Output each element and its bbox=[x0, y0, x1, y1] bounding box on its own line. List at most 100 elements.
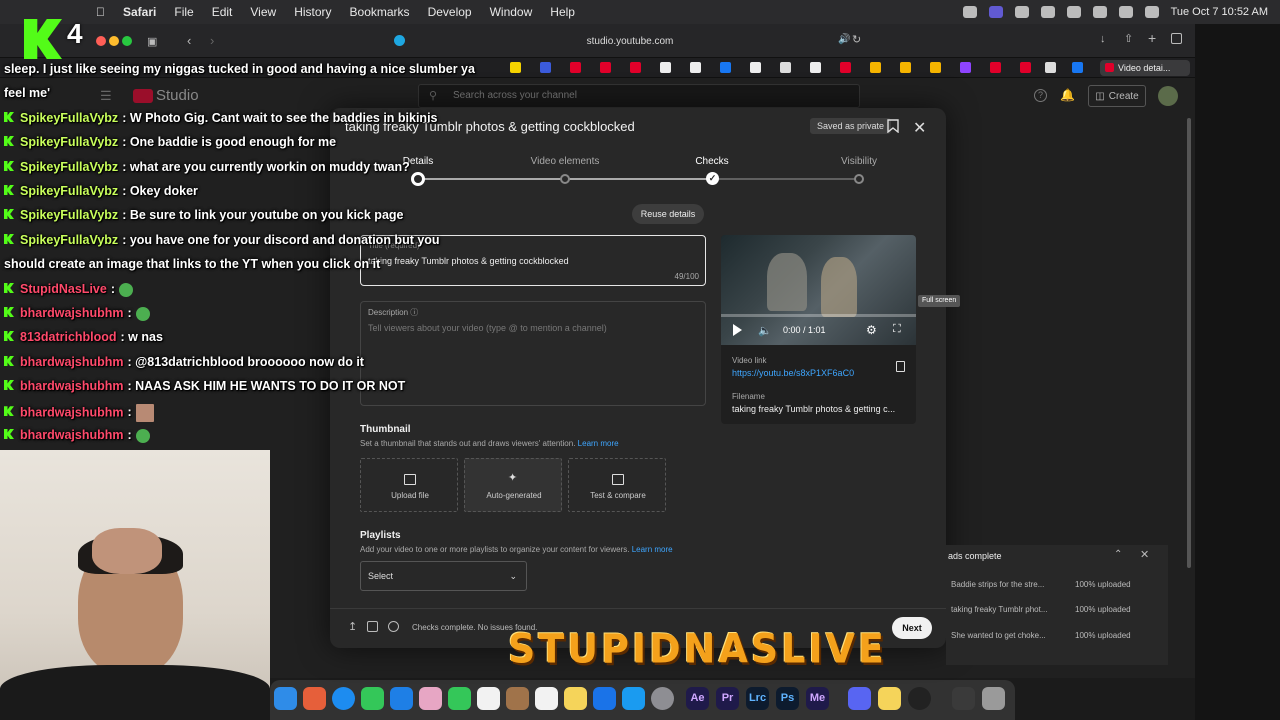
fullscreen-icon[interactable]: ⛶ bbox=[893, 323, 901, 336]
messages-icon[interactable] bbox=[361, 687, 384, 710]
step-check-icon[interactable]: ✓ bbox=[706, 172, 719, 185]
volume-icon[interactable]: 🔈 bbox=[758, 324, 772, 337]
tab-favicon[interactable] bbox=[960, 62, 971, 73]
wifi-icon[interactable] bbox=[1092, 6, 1107, 18]
chat-username[interactable]: SpikeyFullaVybz bbox=[20, 135, 118, 149]
chat-username[interactable]: SpikeyFullaVybz bbox=[20, 184, 118, 198]
tab-favicon[interactable] bbox=[1020, 62, 1031, 73]
audio-icon[interactable]: 🔊 bbox=[838, 34, 850, 45]
address-bar[interactable]: studio.youtube.com bbox=[390, 30, 870, 52]
discord-icon[interactable] bbox=[848, 687, 871, 710]
menu-icon[interactable]: ☰ bbox=[100, 88, 112, 104]
tab-favicon[interactable] bbox=[1072, 62, 1083, 73]
page-scrollbar[interactable] bbox=[1187, 118, 1191, 568]
clock[interactable]: Tue Oct 7 10:52 AM bbox=[1171, 6, 1268, 18]
tab-favicon[interactable] bbox=[990, 62, 1001, 73]
reuse-details-button[interactable]: Reuse details bbox=[632, 204, 704, 224]
playlists-learn-more-link[interactable]: Learn more bbox=[632, 545, 673, 554]
calendar-icon[interactable] bbox=[477, 687, 500, 710]
control-center-icon[interactable] bbox=[1144, 6, 1159, 18]
lightroom-icon[interactable]: Lrc bbox=[746, 687, 769, 710]
chat-username[interactable]: bhardwajshubhm bbox=[20, 379, 123, 393]
thumbnail-learn-more-link[interactable]: Learn more bbox=[578, 439, 619, 448]
download-icon[interactable]: ↓ bbox=[1100, 33, 1106, 45]
maximize-window-button[interactable] bbox=[122, 36, 132, 46]
chat-username[interactable]: 813datrichblood bbox=[20, 330, 117, 344]
step-visibility[interactable]: Visibility bbox=[841, 156, 877, 167]
step-dot-visibility[interactable] bbox=[854, 174, 864, 184]
tab-favicon[interactable] bbox=[600, 62, 611, 73]
gear-icon[interactable]: ⚙ bbox=[866, 323, 877, 337]
hd-icon[interactable] bbox=[367, 621, 378, 632]
chat-username[interactable]: bhardwajshubhm bbox=[20, 428, 123, 442]
media-encoder-icon[interactable]: Me bbox=[806, 687, 829, 710]
tab-favicon[interactable] bbox=[690, 62, 701, 73]
upload-file-button[interactable]: Upload file bbox=[360, 458, 458, 512]
tab-favicon[interactable] bbox=[750, 62, 761, 73]
info-icon[interactable]: ⓘ bbox=[410, 308, 418, 317]
chat-username[interactable]: SpikeyFullaVybz bbox=[20, 111, 118, 125]
notes-app-icon[interactable] bbox=[506, 687, 529, 710]
step-checks[interactable]: Checks bbox=[695, 156, 728, 167]
settings-icon[interactable] bbox=[651, 687, 674, 710]
upload-status-icon[interactable]: ↥ bbox=[348, 620, 357, 633]
chat-username[interactable]: bhardwajshubhm bbox=[20, 405, 123, 419]
premiere-icon[interactable]: Pr bbox=[716, 687, 739, 710]
screen-record-icon[interactable] bbox=[988, 6, 1003, 18]
after-effects-icon[interactable]: Ae bbox=[686, 687, 709, 710]
tab-overview-icon[interactable] bbox=[1171, 33, 1182, 44]
studio-search-input[interactable]: ⚲ Search across your channel bbox=[418, 84, 860, 108]
chat-username[interactable]: SpikeyFullaVybz bbox=[20, 160, 118, 174]
tab-favicon[interactable] bbox=[510, 62, 521, 73]
checks-icon[interactable] bbox=[388, 621, 399, 632]
step-dot-details[interactable] bbox=[411, 172, 425, 186]
create-button[interactable]: ◫ Create bbox=[1088, 85, 1146, 107]
new-tab-icon[interactable]: + bbox=[1148, 30, 1156, 46]
tab-favicon[interactable] bbox=[540, 62, 551, 73]
sidebar-icon[interactable]: ▣ bbox=[147, 35, 157, 48]
menu-history[interactable]: History bbox=[294, 5, 331, 19]
tab-favicon[interactable] bbox=[720, 62, 731, 73]
auto-generated-button[interactable]: ✦ Auto-generated bbox=[464, 458, 562, 512]
menu-window[interactable]: Window bbox=[490, 5, 533, 19]
step-video-elements[interactable]: Video elements bbox=[531, 156, 600, 167]
tab-video-details[interactable]: Video detai... bbox=[1100, 60, 1190, 76]
avatar[interactable] bbox=[1158, 86, 1178, 106]
status-icon[interactable] bbox=[1014, 6, 1029, 18]
status-icon[interactable] bbox=[1040, 6, 1055, 18]
obs-icon[interactable] bbox=[908, 687, 931, 710]
tab-favicon[interactable] bbox=[810, 62, 821, 73]
notifications-icon[interactable]: 🔔 bbox=[1060, 88, 1075, 102]
minimize-window-button[interactable] bbox=[109, 36, 119, 46]
tab-favicon[interactable] bbox=[780, 62, 791, 73]
youtube-logo-icon[interactable] bbox=[133, 89, 153, 103]
mail-icon[interactable] bbox=[390, 687, 413, 710]
menu-app-name[interactable]: Safari bbox=[123, 5, 156, 19]
step-dot-video-elements[interactable] bbox=[560, 174, 570, 184]
tab-favicon[interactable] bbox=[630, 62, 641, 73]
status-icon[interactable] bbox=[962, 6, 977, 18]
photoshop-icon[interactable]: Ps bbox=[776, 687, 799, 710]
copy-icon[interactable] bbox=[896, 361, 905, 372]
launchpad-icon[interactable] bbox=[303, 687, 326, 710]
app-store-icon[interactable] bbox=[622, 687, 645, 710]
search-icon[interactable] bbox=[1118, 6, 1133, 18]
notes-icon[interactable] bbox=[564, 687, 587, 710]
share-icon[interactable]: ⇧ bbox=[1124, 32, 1133, 45]
description-field[interactable]: Description ⓘ Tell viewers about your vi… bbox=[360, 301, 706, 406]
tab-favicon[interactable] bbox=[930, 62, 941, 73]
tab-favicon[interactable] bbox=[900, 62, 911, 73]
menu-help[interactable]: Help bbox=[550, 5, 575, 19]
chat-username[interactable]: bhardwajshubhm bbox=[20, 355, 123, 369]
downloads-stack-icon[interactable] bbox=[952, 687, 975, 710]
video-link[interactable]: https://youtu.be/s8xP1XF6aC0 bbox=[732, 368, 854, 378]
help-icon[interactable]: ? bbox=[1034, 89, 1047, 102]
chat-username[interactable]: SpikeyFullaVybz bbox=[20, 233, 118, 247]
close-window-button[interactable] bbox=[96, 36, 106, 46]
chat-username[interactable]: StupidNasLive bbox=[20, 282, 107, 296]
play-icon[interactable] bbox=[733, 324, 742, 336]
tab-favicon[interactable] bbox=[1045, 62, 1056, 73]
chat-username[interactable]: SpikeyFullaVybz bbox=[20, 208, 118, 222]
tab-favicon[interactable] bbox=[870, 62, 881, 73]
menu-develop[interactable]: Develop bbox=[428, 5, 472, 19]
